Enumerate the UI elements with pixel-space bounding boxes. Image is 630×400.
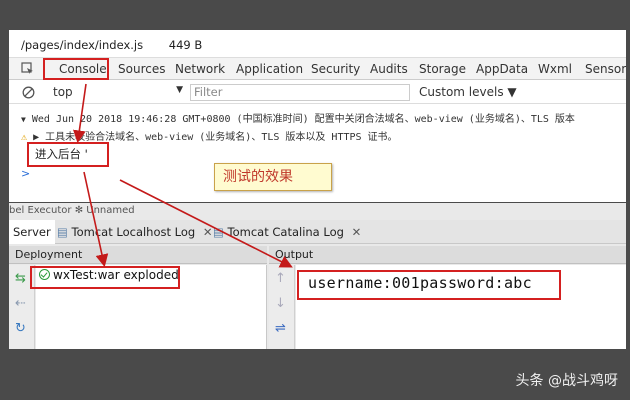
dropdown-arrow-icon: ▼ bbox=[176, 85, 183, 95]
log-file-icon: ▤ bbox=[57, 225, 68, 239]
tab-storage[interactable]: Storage bbox=[419, 62, 466, 76]
tab-sources[interactable]: Sources bbox=[118, 62, 165, 76]
inspect-element-icon[interactable] bbox=[21, 62, 34, 75]
scroll-down-icon[interactable]: ↓ bbox=[275, 296, 286, 311]
tab-label: Tomcat Catalina Log bbox=[227, 225, 344, 239]
highlight-deployment-item bbox=[30, 266, 180, 289]
tab-appdata[interactable]: AppData bbox=[476, 62, 528, 76]
tab-application[interactable]: Application bbox=[236, 62, 303, 76]
ide-top-strip: bel Executor ✻ Unnamed bbox=[9, 205, 135, 216]
context-select[interactable]: top ▼ bbox=[53, 85, 183, 99]
tab-audits[interactable]: Audits bbox=[370, 62, 408, 76]
file-size: 449 B bbox=[168, 38, 203, 52]
console-toolbar: top ▼ Filter Custom levels ▼ bbox=[9, 81, 626, 104]
highlight-console-tab bbox=[43, 58, 109, 80]
tab-server[interactable]: Server bbox=[9, 220, 55, 244]
scroll-up-icon[interactable]: ↑ bbox=[275, 271, 286, 286]
expand-triangle-icon[interactable]: ▼ bbox=[21, 115, 26, 124]
annotation-note: 测试的效果 bbox=[214, 163, 332, 191]
context-value: top bbox=[53, 85, 73, 99]
redeploy-icon[interactable]: ⇆ bbox=[15, 271, 26, 286]
output-toolbar: ↑ ↓ ⇌ bbox=[269, 265, 295, 349]
warning-message: ▼ Wed Jun 20 2018 19:46:28 GMT+0800 (中国标… bbox=[21, 110, 575, 125]
close-icon[interactable]: ✕ bbox=[352, 225, 362, 239]
watermark: 头条 @战斗鸡呀 bbox=[515, 373, 618, 389]
console-prompt[interactable]: > bbox=[21, 167, 30, 180]
refresh-icon[interactable]: ↻ bbox=[15, 321, 26, 336]
soft-wrap-icon[interactable]: ⇌ bbox=[275, 321, 286, 336]
tab-tomcat-catalina-log[interactable]: ▤ Tomcat Catalina Log ✕ bbox=[209, 220, 365, 244]
log-file-icon: ▤ bbox=[213, 225, 224, 239]
warning-text: Wed Jun 20 2018 19:46:28 GMT+0800 (中国标准时… bbox=[31, 114, 575, 125]
output-header: Output bbox=[269, 246, 626, 264]
undeploy-icon[interactable]: ⇠ bbox=[15, 296, 26, 311]
tab-wxml[interactable]: Wxml bbox=[538, 62, 572, 76]
tab-tomcat-localhost-log[interactable]: ▤ Tomcat Localhost Log ✕ bbox=[53, 220, 217, 244]
levels-dropdown[interactable]: Custom levels ▼ bbox=[419, 85, 517, 99]
tab-label: Tomcat Localhost Log bbox=[71, 225, 196, 239]
tab-network[interactable]: Network bbox=[175, 62, 225, 76]
warning-detail: ⚠ ▶ 工具未校验合法域名、web-view (业务域名)、TLS 版本以及 H… bbox=[21, 128, 398, 143]
file-path: /pages/index/index.js bbox=[21, 38, 144, 52]
file-info: /pages/index/index.js 449 B bbox=[21, 38, 202, 52]
deployment-header: Deployment bbox=[9, 246, 267, 264]
tab-security[interactable]: Security bbox=[311, 62, 360, 76]
highlight-log-line bbox=[27, 142, 109, 167]
tab-sensor[interactable]: Sensor bbox=[585, 62, 626, 76]
filter-input[interactable]: Filter bbox=[190, 84, 410, 101]
ide-tabs: Server ▤ Tomcat Localhost Log ✕ ▤ Tomcat… bbox=[9, 220, 626, 244]
clear-console-icon[interactable] bbox=[22, 86, 35, 99]
highlight-output-text bbox=[297, 270, 561, 300]
